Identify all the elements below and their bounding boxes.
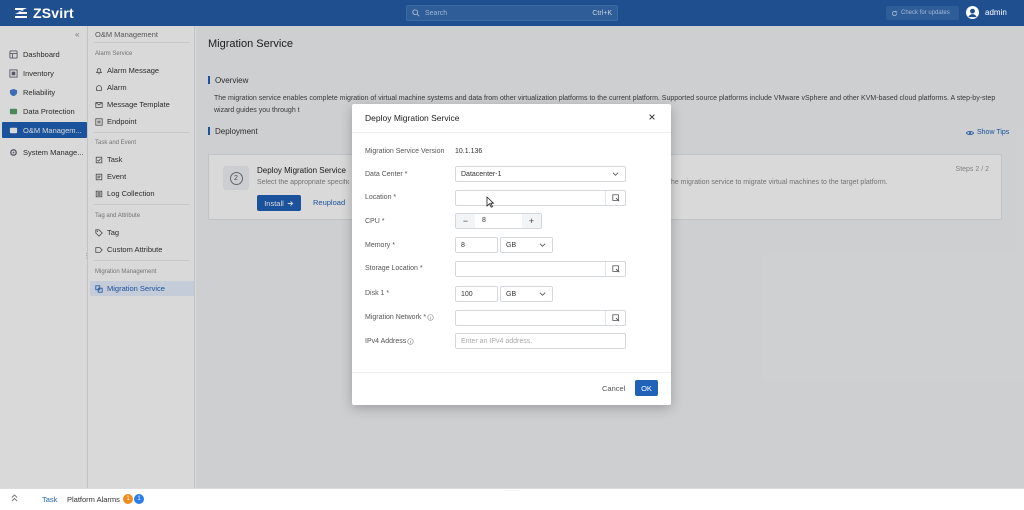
- memory-unit: GB: [506, 241, 517, 249]
- ipv4-input[interactable]: Enter an IPv4 address.: [455, 333, 626, 349]
- cpu-value[interactable]: 8: [482, 217, 486, 224]
- alarm-badge-info: 1: [134, 494, 144, 504]
- cpu-decrement-button[interactable]: −: [456, 214, 475, 228]
- avatar: [966, 6, 979, 19]
- deploy-migration-dialog: Deploy Migration Service Migration Servi…: [352, 104, 671, 405]
- browse-icon[interactable]: [605, 262, 625, 276]
- disk-unit-select[interactable]: GB: [500, 286, 553, 302]
- chevron-down-icon: [612, 171, 619, 177]
- divider: [352, 132, 671, 133]
- cancel-button[interactable]: Cancel: [602, 384, 625, 393]
- refresh-icon: [891, 10, 898, 17]
- logo-icon: [13, 5, 29, 21]
- search-placeholder: Search: [425, 9, 448, 17]
- memory-input[interactable]: 8: [455, 237, 498, 253]
- check-updates-label: Check for updates: [901, 10, 950, 16]
- memory-label: Memory *: [365, 242, 395, 249]
- search-icon: [412, 9, 420, 17]
- memory-value: 8: [461, 241, 465, 249]
- ok-button[interactable]: OK: [635, 380, 658, 396]
- datacenter-value: Datacenter-1: [461, 170, 502, 178]
- datacenter-label: Data Center *: [365, 171, 408, 178]
- migration-network-field[interactable]: [455, 310, 626, 326]
- storage-label: Storage Location *: [365, 265, 423, 272]
- disk-input[interactable]: 100: [455, 286, 498, 302]
- cpu-increment-button[interactable]: +: [522, 214, 541, 228]
- disk-label: Disk 1 *: [365, 290, 390, 297]
- chevron-down-icon: [539, 291, 546, 297]
- browse-icon[interactable]: [605, 311, 625, 325]
- ipv4-label-row: IPv4 Address: [365, 338, 414, 345]
- platform-alarms-tab[interactable]: Platform Alarms: [67, 495, 120, 504]
- cpu-stepper[interactable]: − 8 +: [455, 213, 542, 229]
- memory-unit-select[interactable]: GB: [500, 237, 553, 253]
- app-logo[interactable]: ZSvirt: [13, 5, 74, 21]
- chevron-down-icon: [539, 242, 546, 248]
- version-value: 10.1.136: [455, 148, 483, 155]
- search-shortcut: Ctrl+K: [592, 9, 612, 17]
- location-label: Location *: [365, 194, 397, 201]
- mouse-cursor-icon: [486, 196, 494, 208]
- network-label: Migration Network *: [365, 314, 427, 321]
- task-tab[interactable]: Task: [42, 495, 57, 504]
- disk-value: 100: [461, 290, 473, 298]
- alarm-badge-warning: 1: [123, 494, 133, 504]
- global-search[interactable]: Search Ctrl+K: [406, 5, 618, 21]
- network-label-row: Migration Network *: [365, 314, 434, 321]
- browse-icon[interactable]: [605, 191, 625, 205]
- expand-up-icon[interactable]: [11, 494, 18, 502]
- divider: [352, 372, 671, 373]
- info-icon[interactable]: [427, 314, 434, 321]
- user-menu[interactable]: admin: [966, 6, 1007, 19]
- close-icon[interactable]: [647, 112, 657, 122]
- dialog-title: Deploy Migration Service: [365, 113, 460, 123]
- ipv4-label: IPv4 Address: [365, 338, 407, 345]
- info-icon[interactable]: [407, 338, 414, 345]
- ipv4-placeholder: Enter an IPv4 address.: [461, 337, 533, 345]
- disk-unit: GB: [506, 290, 517, 298]
- location-field[interactable]: [455, 190, 626, 206]
- top-bar: ZSvirt Search Ctrl+K Check for updates a…: [0, 0, 1024, 26]
- bottom-bar: ····· Task Platform Alarms 1 1: [0, 488, 1024, 510]
- storage-location-field[interactable]: [455, 261, 626, 277]
- datacenter-select[interactable]: Datacenter-1: [455, 166, 626, 182]
- cpu-label: CPU *: [365, 218, 385, 225]
- resize-handle[interactable]: ·····: [505, 488, 520, 494]
- version-label: Migration Service Version: [365, 148, 445, 155]
- user-name: admin: [985, 8, 1007, 17]
- logo-text: ZSvirt: [33, 5, 74, 21]
- check-updates-button[interactable]: Check for updates: [886, 6, 959, 20]
